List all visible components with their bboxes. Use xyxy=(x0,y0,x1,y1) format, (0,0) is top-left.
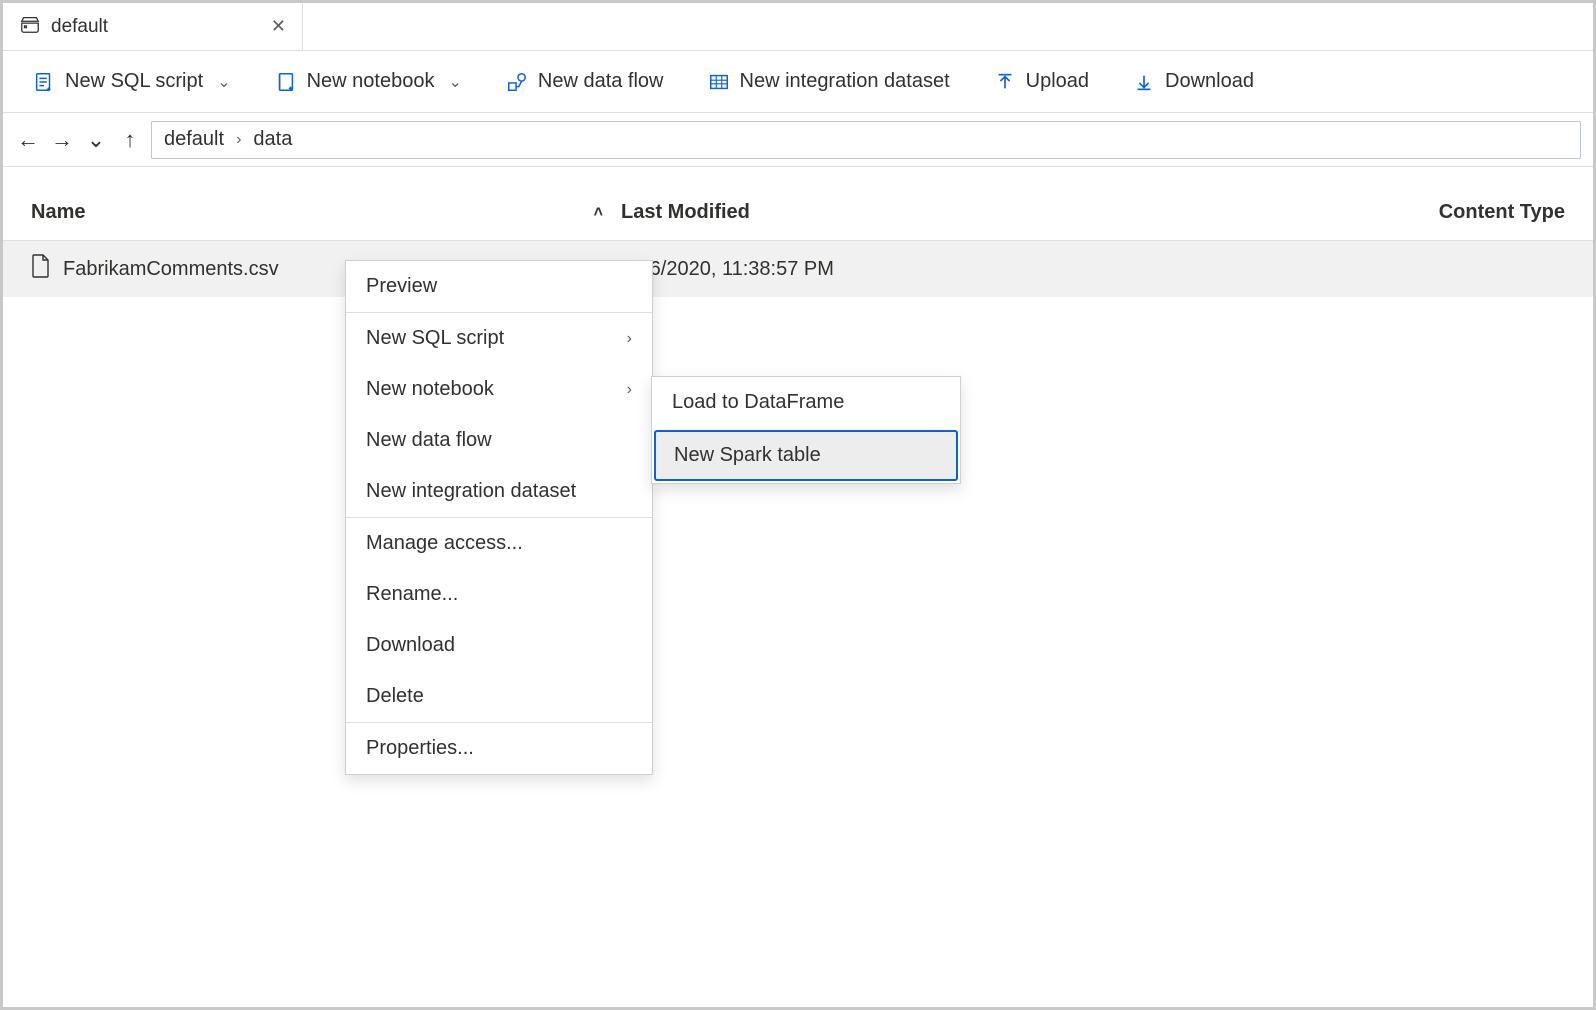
toolbar: New SQL script ⌄ New notebook ⌄ New data… xyxy=(3,51,1593,113)
upload-button[interactable]: Upload xyxy=(994,70,1089,93)
menu-item-new-sql-script[interactable]: New SQL script › xyxy=(346,313,652,364)
menu-label: New Spark table xyxy=(674,444,821,466)
menu-label: Load to DataFrame xyxy=(672,391,844,413)
chevron-right-icon: › xyxy=(627,330,632,348)
chevron-down-icon: ⌄ xyxy=(217,72,230,92)
menu-label: Download xyxy=(366,634,455,657)
menu-item-download[interactable]: Download xyxy=(346,620,652,671)
submenu-item-load-dataframe[interactable]: Load to DataFrame xyxy=(652,377,960,428)
menu-label: Preview xyxy=(366,275,437,298)
table-row[interactable]: FabrikamComments.csv /16/2020, 11:38:57 … xyxy=(3,241,1593,297)
toolbar-label: New SQL script xyxy=(65,70,203,93)
menu-label: New notebook xyxy=(366,378,494,401)
menu-item-properties[interactable]: Properties... xyxy=(346,723,652,774)
menu-label: Delete xyxy=(366,685,424,708)
tab-default[interactable]: default ✕ xyxy=(3,3,303,50)
download-icon xyxy=(1133,71,1155,93)
new-integration-dataset-button[interactable]: New integration dataset xyxy=(708,70,950,93)
column-header-name[interactable]: Name ˄ xyxy=(31,201,621,224)
menu-label: Properties... xyxy=(366,737,474,760)
new-notebook-button[interactable]: New notebook ⌄ xyxy=(275,70,462,93)
menu-item-new-data-flow[interactable]: New data flow xyxy=(346,415,652,466)
toolbar-label: New integration dataset xyxy=(740,70,950,93)
toolbar-label: New notebook xyxy=(307,70,435,93)
submenu-item-new-spark-table[interactable]: New Spark table xyxy=(654,430,958,481)
nav-back-icon[interactable]: ← xyxy=(15,127,41,153)
column-header-type[interactable]: Content Type xyxy=(1439,201,1565,224)
data-flow-icon xyxy=(506,71,528,93)
menu-label: New data flow xyxy=(366,429,492,452)
breadcrumb[interactable]: default › data xyxy=(151,121,1581,159)
notebook-icon xyxy=(275,71,297,93)
menu-label: New integration dataset xyxy=(366,480,576,503)
nav-down-icon[interactable]: ⌄ xyxy=(83,127,109,153)
menu-item-new-integration-dataset[interactable]: New integration dataset xyxy=(346,466,652,517)
chevron-right-icon: › xyxy=(627,381,632,399)
column-label: Name xyxy=(31,201,85,224)
menu-label: New SQL script xyxy=(366,327,504,350)
file-modified: /16/2020, 11:38:57 PM xyxy=(621,258,1565,281)
submenu-new-notebook: Load to DataFrame New Spark table xyxy=(651,376,961,484)
toolbar-label: New data flow xyxy=(538,70,664,93)
breadcrumb-root[interactable]: default xyxy=(164,128,224,151)
storage-icon xyxy=(19,15,41,39)
new-data-flow-button[interactable]: New data flow xyxy=(506,70,664,93)
toolbar-label: Upload xyxy=(1026,70,1089,93)
sql-script-icon xyxy=(33,71,55,93)
menu-item-manage-access[interactable]: Manage access... xyxy=(346,518,652,569)
close-icon[interactable]: ✕ xyxy=(271,16,286,37)
menu-item-preview[interactable]: Preview xyxy=(346,261,652,312)
context-menu: Preview New SQL script › New notebook › … xyxy=(345,260,653,775)
toolbar-label: Download xyxy=(1165,70,1254,93)
new-sql-script-button[interactable]: New SQL script ⌄ xyxy=(33,70,231,93)
file-name: FabrikamComments.csv xyxy=(63,258,279,281)
column-header-modified[interactable]: Last Modified xyxy=(621,201,1439,224)
menu-item-delete[interactable]: Delete xyxy=(346,671,652,722)
tab-bar: default ✕ xyxy=(3,3,1593,51)
column-label: Last Modified xyxy=(621,201,750,223)
menu-item-rename[interactable]: Rename... xyxy=(346,569,652,620)
breadcrumb-child[interactable]: data xyxy=(253,128,292,151)
menu-item-new-notebook[interactable]: New notebook › xyxy=(346,364,652,415)
file-icon xyxy=(31,254,51,284)
menu-label: Manage access... xyxy=(366,532,523,555)
upload-icon xyxy=(994,71,1016,93)
nav-up-icon[interactable]: ↑ xyxy=(117,127,143,153)
menu-label: Rename... xyxy=(366,583,458,606)
nav-row: ← → ⌄ ↑ default › data xyxy=(3,113,1593,167)
column-headers: Name ˄ Last Modified Content Type xyxy=(3,185,1593,241)
nav-forward-icon[interactable]: → xyxy=(49,127,75,153)
sort-asc-icon: ˄ xyxy=(594,204,603,222)
column-label: Content Type xyxy=(1439,201,1565,223)
download-button[interactable]: Download xyxy=(1133,70,1254,93)
tab-title: default xyxy=(51,16,108,38)
dataset-icon xyxy=(708,71,730,93)
chevron-down-icon: ⌄ xyxy=(448,72,461,92)
chevron-right-icon: › xyxy=(236,131,241,149)
